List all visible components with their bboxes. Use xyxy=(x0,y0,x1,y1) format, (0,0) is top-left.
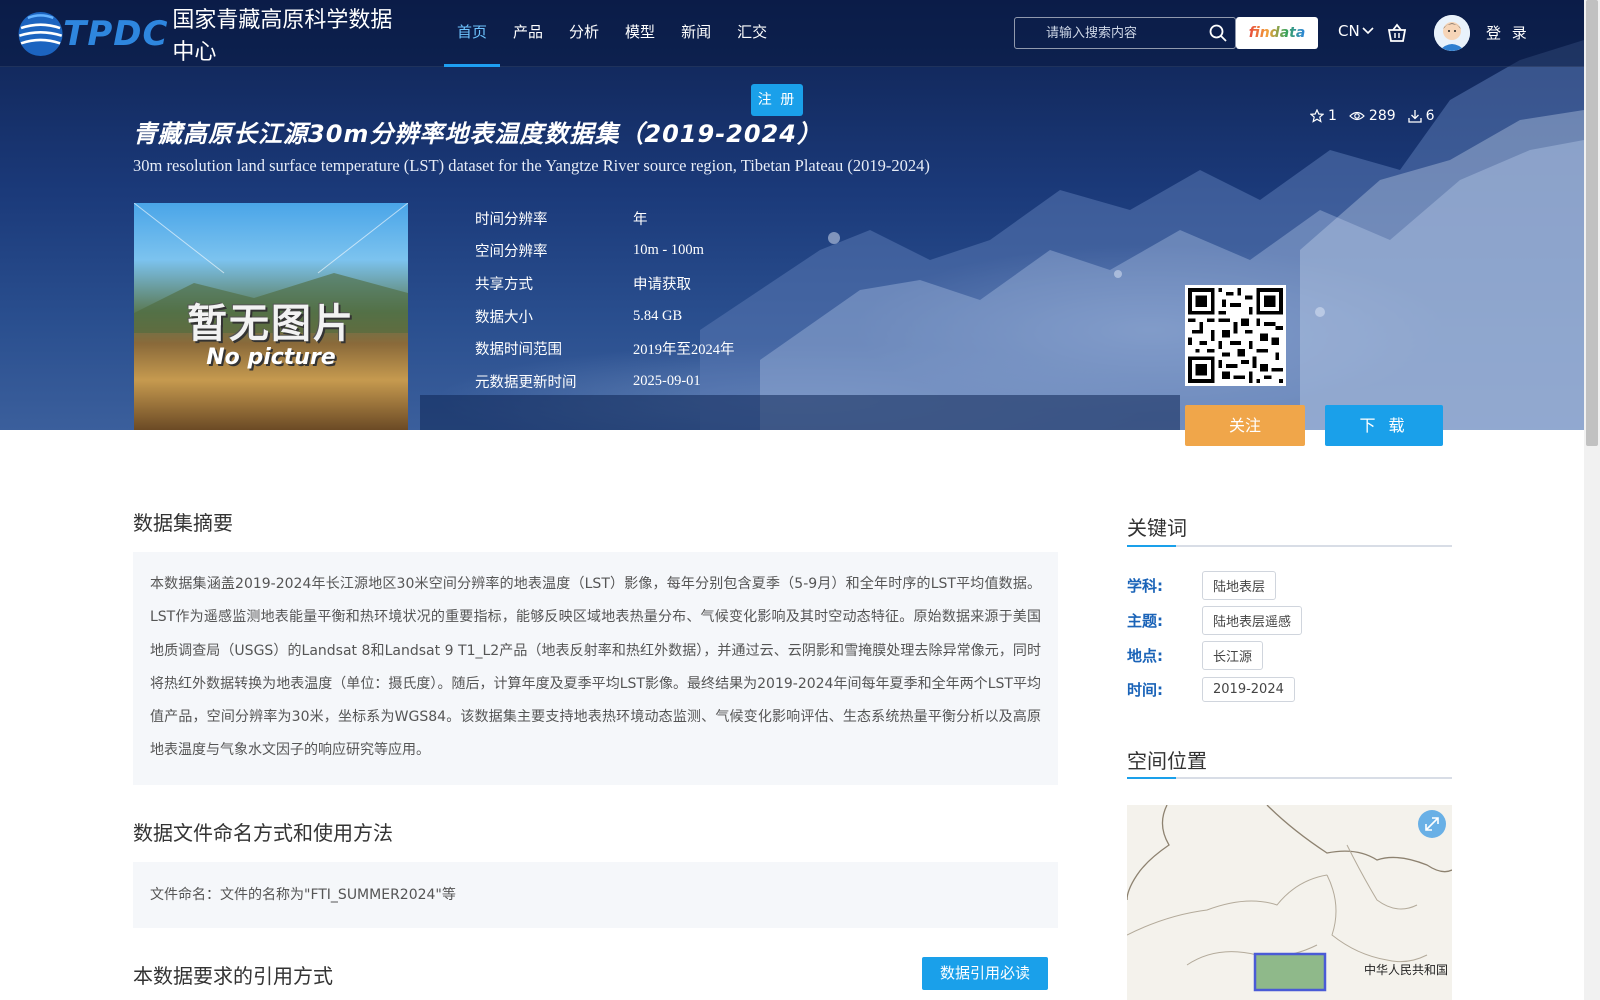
views-stat: 289 xyxy=(1349,108,1396,124)
eye-icon xyxy=(1349,111,1365,121)
scrollbar-thumb[interactable] xyxy=(1586,0,1598,446)
dataset-title-cn: 青藏高原长江源30m分辨率地表温度数据集（2019-2024） xyxy=(133,120,822,148)
keyword-label: 时间: xyxy=(1127,681,1163,699)
keywords-divider xyxy=(1127,545,1452,547)
login-link[interactable]: 登 录 xyxy=(1486,22,1530,43)
qr-code-icon xyxy=(1188,288,1283,383)
meta-row: 空间分辨率 10m - 100m xyxy=(475,235,735,268)
downloads-count: 6 xyxy=(1425,108,1435,124)
keyword-label: 学科: xyxy=(1127,577,1163,595)
language-label: CN xyxy=(1338,22,1360,40)
meta-label-sharing: 共享方式 xyxy=(475,276,533,293)
meta-value-spatial-resolution: 10m - 100m xyxy=(633,242,704,259)
favorites-count: 1 xyxy=(1328,108,1337,124)
location-divider xyxy=(1127,777,1452,779)
keywords-title: 关键词 xyxy=(1127,516,1187,540)
naming-panel: 文件命名：文件的名称为"FTI_SUMMER2024"等 xyxy=(133,862,1058,928)
meta-row: 数据大小 5.84 GB xyxy=(475,300,735,333)
naming-text: 文件命名：文件的名称为"FTI_SUMMER2024"等 xyxy=(150,887,456,903)
meta-label-spatial-resolution: 空间分辨率 xyxy=(475,244,548,261)
meta-row: 时间分辨率 年 xyxy=(475,202,735,235)
logo-site-name: 国家青藏高原科学数据中心 xyxy=(172,8,393,65)
abstract-title: 数据集摘要 xyxy=(133,511,233,535)
meta-value-updated: 2025-09-01 xyxy=(633,372,701,389)
meta-label-size: 数据大小 xyxy=(475,309,533,326)
main-nav: 首页 产品 分析 模型 新闻 汇交 xyxy=(444,0,780,67)
meta-value-time-range: 2019年至2024年 xyxy=(633,342,735,359)
download-button[interactable]: 下 载 xyxy=(1325,405,1443,446)
search-input[interactable] xyxy=(1016,19,1196,47)
naming-title: 数据文件命名方式和使用方法 xyxy=(133,821,393,845)
register-button[interactable]: 注 册 xyxy=(751,84,803,116)
meta-row: 共享方式 申请获取 xyxy=(475,267,735,300)
meta-value-size: 5.84 GB xyxy=(633,307,683,324)
citation-guide-button[interactable]: 数据引用必读 xyxy=(922,957,1048,990)
search-box xyxy=(1014,17,1236,49)
meta-value-time-resolution: 年 xyxy=(633,211,648,228)
keyword-label: 主题: xyxy=(1127,612,1163,630)
location-title: 空间位置 xyxy=(1127,749,1207,773)
meta-label-time-resolution: 时间分辨率 xyxy=(475,211,548,228)
dataset-title-en: 30m resolution land surface temperature … xyxy=(133,156,930,175)
favorites-stat[interactable]: 1 xyxy=(1310,108,1337,124)
meta-label-time-range: 数据时间范围 xyxy=(475,342,562,359)
abstract-panel: 本数据集涵盖2019-2024年长江源地区30米空间分辨率的地表温度（LST）影… xyxy=(133,552,1058,785)
page-scrollbar[interactable] xyxy=(1584,0,1600,1000)
download-icon xyxy=(1408,110,1422,123)
avatar[interactable] xyxy=(1434,15,1470,51)
downloads-stat: 6 xyxy=(1408,108,1435,124)
citation-title: 本数据要求的引用方式 xyxy=(133,964,333,988)
meta-row: 元数据更新时间 2025-09-01 xyxy=(475,365,735,398)
nav-item-models[interactable]: 模型 xyxy=(612,0,668,67)
nav-item-products[interactable]: 产品 xyxy=(500,0,556,67)
keyword-tag[interactable]: 2019-2024 xyxy=(1202,677,1295,702)
keyword-label: 地点: xyxy=(1127,647,1163,665)
map-country-label: 中华人民共和国 xyxy=(1364,963,1449,977)
keyword-row-time: 时间: 2019-2024 xyxy=(1127,677,1295,702)
star-icon xyxy=(1310,109,1324,123)
keyword-row-place: 地点: 长江源 xyxy=(1127,641,1264,670)
dataset-thumbnail: 暂无图片 No picture xyxy=(134,203,408,430)
dataset-stats: 1 289 6 xyxy=(1310,108,1435,124)
logo-abbreviation: TPDC xyxy=(63,14,169,54)
location-map[interactable]: 中华人民共和国 xyxy=(1127,805,1452,1000)
follow-button[interactable]: 关注 xyxy=(1185,405,1305,446)
globe-logo-icon xyxy=(18,11,63,57)
qr-code xyxy=(1185,285,1286,386)
dataset-metadata: 时间分辨率 年 空间分辨率 10m - 100m 共享方式 申请获取 数据大小 … xyxy=(475,202,735,398)
nav-item-submission[interactable]: 汇交 xyxy=(724,0,780,67)
keyword-tag[interactable]: 陆地表层 xyxy=(1202,571,1277,600)
nav-item-home[interactable]: 首页 xyxy=(444,0,501,67)
top-navigation-bar: TPDC 国家青藏高原科学数据中心 首页 产品 分析 模型 新闻 汇交 find… xyxy=(0,0,1584,67)
chevron-down-icon xyxy=(1362,27,1374,35)
language-selector[interactable]: CN xyxy=(1338,22,1374,40)
cart-icon[interactable] xyxy=(1386,22,1408,44)
nav-item-analysis[interactable]: 分析 xyxy=(556,0,612,67)
keyword-row-theme: 主题: 陆地表层遥感 xyxy=(1127,606,1303,635)
findata-label: findata xyxy=(1248,25,1306,41)
user-avatar-icon xyxy=(1434,15,1470,51)
meta-row: 数据时间范围 2019年至2024年 xyxy=(475,332,735,365)
no-image-text-cn: 暂无图片 xyxy=(187,301,355,347)
site-logo[interactable]: TPDC 国家青藏高原科学数据中心 xyxy=(16,4,396,65)
keyword-row-discipline: 学科: 陆地表层 xyxy=(1127,571,1277,600)
no-image-text-en: No picture xyxy=(206,345,336,370)
abstract-text: 本数据集涵盖2019-2024年长江源地区30米空间分辨率的地表温度（LST）影… xyxy=(150,576,1041,759)
keyword-tag[interactable]: 陆地表层遥感 xyxy=(1202,606,1303,635)
search-icon[interactable] xyxy=(1209,24,1227,42)
keyword-tag[interactable]: 长江源 xyxy=(1202,641,1264,670)
findata-button[interactable]: findata xyxy=(1236,17,1318,49)
views-count: 289 xyxy=(1368,108,1396,124)
hero-banner: TPDC 国家青藏高原科学数据中心 首页 产品 分析 模型 新闻 汇交 find… xyxy=(0,0,1584,430)
meta-label-updated: 元数据更新时间 xyxy=(475,374,577,391)
nav-item-news[interactable]: 新闻 xyxy=(668,0,724,67)
meta-value-sharing: 申请获取 xyxy=(633,276,691,293)
